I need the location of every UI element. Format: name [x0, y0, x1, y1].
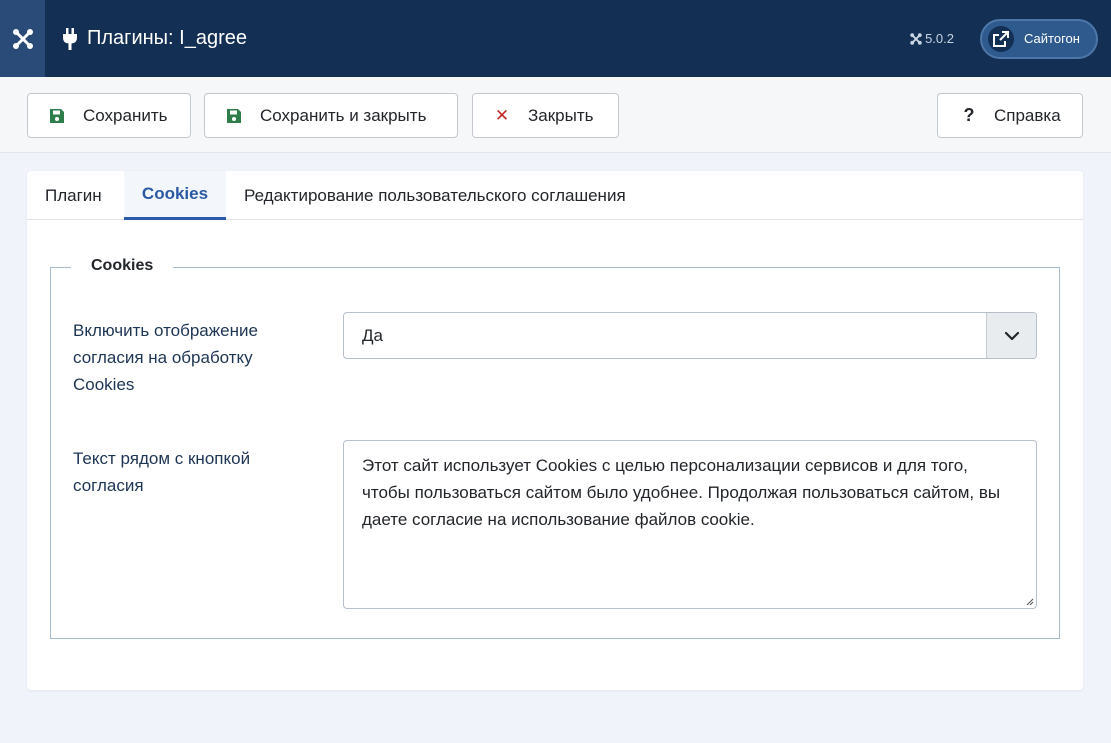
- chevron-down-icon: [986, 313, 1036, 358]
- external-link-icon: [988, 25, 1014, 52]
- help-button[interactable]: ? Справка: [937, 93, 1083, 138]
- resize-handle-icon[interactable]: [1026, 598, 1034, 606]
- page-title: Плагины: I_agree: [63, 27, 247, 50]
- tab-user-agreement[interactable]: Редактирование пользовательского соглаше…: [244, 171, 704, 220]
- consent-text-value: Этот сайт использует Cookies с целью пер…: [362, 456, 1001, 529]
- tab-plugin-label: Плагин: [45, 185, 102, 205]
- tab-user-agreement-label: Редактирование пользовательского соглаше…: [244, 185, 626, 205]
- view-site-label: Сайтогон: [1024, 31, 1080, 46]
- save-and-close-button[interactable]: Сохранить и закрыть: [204, 93, 458, 138]
- save-icon: [225, 108, 243, 124]
- help-icon: ?: [963, 105, 975, 125]
- plugin-edit-card: Плагин Cookies Редактирование пользовате…: [27, 171, 1083, 690]
- help-label: Справка: [994, 105, 1061, 125]
- tab-plugin[interactable]: Плагин: [27, 171, 124, 220]
- consent-text-textarea[interactable]: Этот сайт использует Cookies с целью пер…: [343, 440, 1037, 609]
- save-and-close-label: Сохранить и закрыть: [260, 105, 427, 125]
- view-site-button[interactable]: Сайтогон: [980, 18, 1098, 59]
- tab-cookies-label: Cookies: [141, 184, 209, 203]
- close-icon: ✕: [494, 105, 510, 125]
- joomla-small-icon: [910, 32, 922, 45]
- app-header: Плагины: I_agree 5.0.2 Сайтогон: [0, 0, 1111, 77]
- joomla-logo-icon: [12, 28, 33, 49]
- save-icon: [48, 108, 66, 124]
- enable-consent-select[interactable]: Да: [343, 312, 1037, 359]
- save-label: Сохранить: [83, 105, 168, 125]
- joomla-logo[interactable]: [0, 0, 45, 77]
- version-text: 5.0.2: [925, 31, 954, 46]
- save-button[interactable]: Сохранить: [27, 93, 191, 138]
- tab-bar: Плагин Cookies Редактирование пользовате…: [27, 171, 1083, 220]
- enable-consent-label: Включить отображение согласия на обработ…: [73, 321, 258, 394]
- joomla-version: 5.0.2: [910, 31, 954, 46]
- page-title-text: Плагины: I_agree: [87, 27, 247, 49]
- close-label: Закрыть: [528, 105, 594, 125]
- fieldset-legend: Cookies: [71, 257, 174, 275]
- tab-cookies[interactable]: Cookies: [124, 171, 226, 220]
- close-button[interactable]: ✕ Закрыть: [472, 93, 619, 138]
- toolbar: Сохранить Сохранить и закрыть ✕ Закрыть …: [0, 77, 1111, 153]
- select-value: Да: [362, 326, 383, 345]
- plug-icon: [63, 27, 77, 50]
- consent-text-label: Текст рядом с кнопкой согласия: [73, 449, 251, 495]
